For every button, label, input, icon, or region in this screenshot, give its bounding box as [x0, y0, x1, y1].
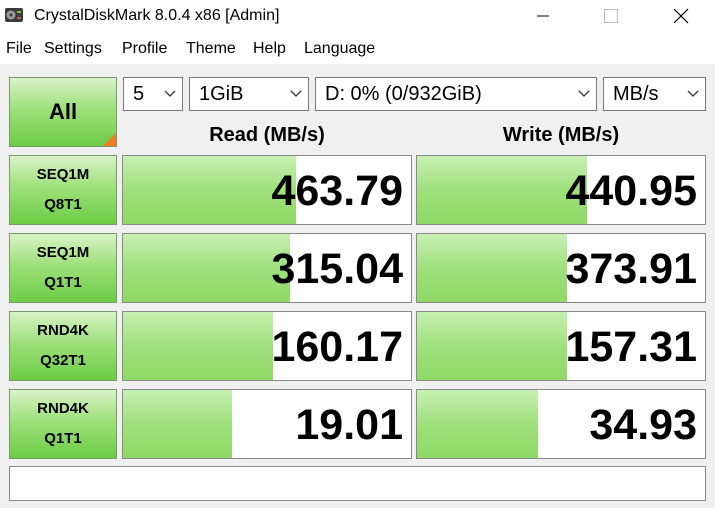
read-result-cell: 19.01: [122, 389, 412, 459]
all-button[interactable]: All: [9, 77, 117, 147]
read-value: 19.01: [295, 401, 403, 449]
test-label-line2: Q32T1: [40, 352, 86, 369]
read-result-cell: 160.17: [122, 311, 412, 381]
write-value: 34.93: [589, 401, 697, 449]
read-result-cell: 315.04: [122, 233, 412, 303]
test-size-select[interactable]: 1GiB: [189, 77, 309, 111]
menu-help[interactable]: Help: [253, 40, 286, 58]
crystaldiskmark-icon: [5, 8, 23, 22]
test-count-value: 5: [133, 83, 145, 105]
test-label-line2: Q1T1: [44, 430, 82, 447]
test-count-select[interactable]: 5: [123, 77, 183, 111]
write-result-cell: 440.95: [416, 155, 706, 225]
read-result-cell: 463.79: [122, 155, 412, 225]
read-column-header: Read (MB/s): [209, 124, 325, 146]
test-size-value: 1GiB: [199, 83, 244, 105]
write-result-cell: 373.91: [416, 233, 706, 303]
menu-theme[interactable]: Theme: [186, 40, 236, 58]
menu-profile[interactable]: Profile: [122, 40, 167, 58]
write-column-header: Write (MB/s): [502, 124, 620, 146]
menu-bar: File Settings Profile Theme Help Languag…: [0, 36, 715, 64]
chevron-down-icon: [290, 90, 302, 97]
read-value: 160.17: [271, 323, 403, 371]
write-bar: [417, 312, 567, 380]
read-bar: [123, 390, 233, 458]
test-button-rnd4k-q1t1[interactable]: RND4K Q1T1: [9, 389, 117, 459]
close-button[interactable]: [647, 0, 715, 32]
test-label-line1: SEQ1M: [36, 244, 90, 261]
write-value: 440.95: [565, 167, 697, 215]
minimize-icon: [537, 15, 549, 17]
test-button-seq1m-q1t1[interactable]: SEQ1M Q1T1: [9, 233, 117, 303]
menu-settings[interactable]: Settings: [44, 40, 102, 58]
corner-marker: [103, 133, 116, 146]
read-bar: [123, 156, 296, 224]
drive-value: D: 0% (0/932GiB): [325, 83, 482, 105]
test-label-line2: Q1T1: [44, 274, 82, 291]
write-bar: [417, 234, 567, 302]
drive-select[interactable]: D: 0% (0/932GiB): [315, 77, 597, 111]
test-button-rnd4k-q32t1[interactable]: RND4K Q32T1: [9, 311, 117, 381]
title-bar: CrystalDiskMark 8.0.4 x86 [Admin]: [0, 0, 715, 36]
read-bar: [123, 234, 291, 302]
all-button-label: All: [48, 99, 78, 124]
write-value: 157.31: [565, 323, 697, 371]
write-value: 373.91: [565, 245, 697, 293]
write-result-cell: 34.93: [416, 389, 706, 459]
unit-select[interactable]: MB/s: [603, 77, 706, 111]
close-icon: [673, 8, 689, 24]
test-button-seq1m-q8t1[interactable]: SEQ1M Q8T1: [9, 155, 117, 225]
chevron-down-icon: [164, 90, 176, 97]
test-label-line1: SEQ1M: [36, 166, 90, 183]
read-value: 463.79: [271, 167, 403, 215]
maximize-icon: [604, 9, 618, 23]
menu-file[interactable]: File: [6, 40, 32, 58]
menu-language[interactable]: Language: [304, 40, 375, 58]
read-value: 315.04: [271, 245, 403, 293]
test-label-line1: RND4K: [37, 400, 89, 417]
write-bar: [417, 390, 538, 458]
unit-value: MB/s: [613, 83, 659, 105]
test-label-line1: RND4K: [37, 322, 89, 339]
comment-field[interactable]: [9, 466, 706, 501]
maximize-button[interactable]: [577, 0, 645, 32]
chevron-down-icon: [578, 90, 590, 97]
read-bar: [123, 312, 273, 380]
chevron-down-icon: [687, 90, 699, 97]
test-label-line2: Q8T1: [44, 196, 82, 213]
write-bar: [417, 156, 587, 224]
minimize-button[interactable]: [509, 0, 577, 32]
window-title: CrystalDiskMark 8.0.4 x86 [Admin]: [34, 7, 280, 24]
write-result-cell: 157.31: [416, 311, 706, 381]
